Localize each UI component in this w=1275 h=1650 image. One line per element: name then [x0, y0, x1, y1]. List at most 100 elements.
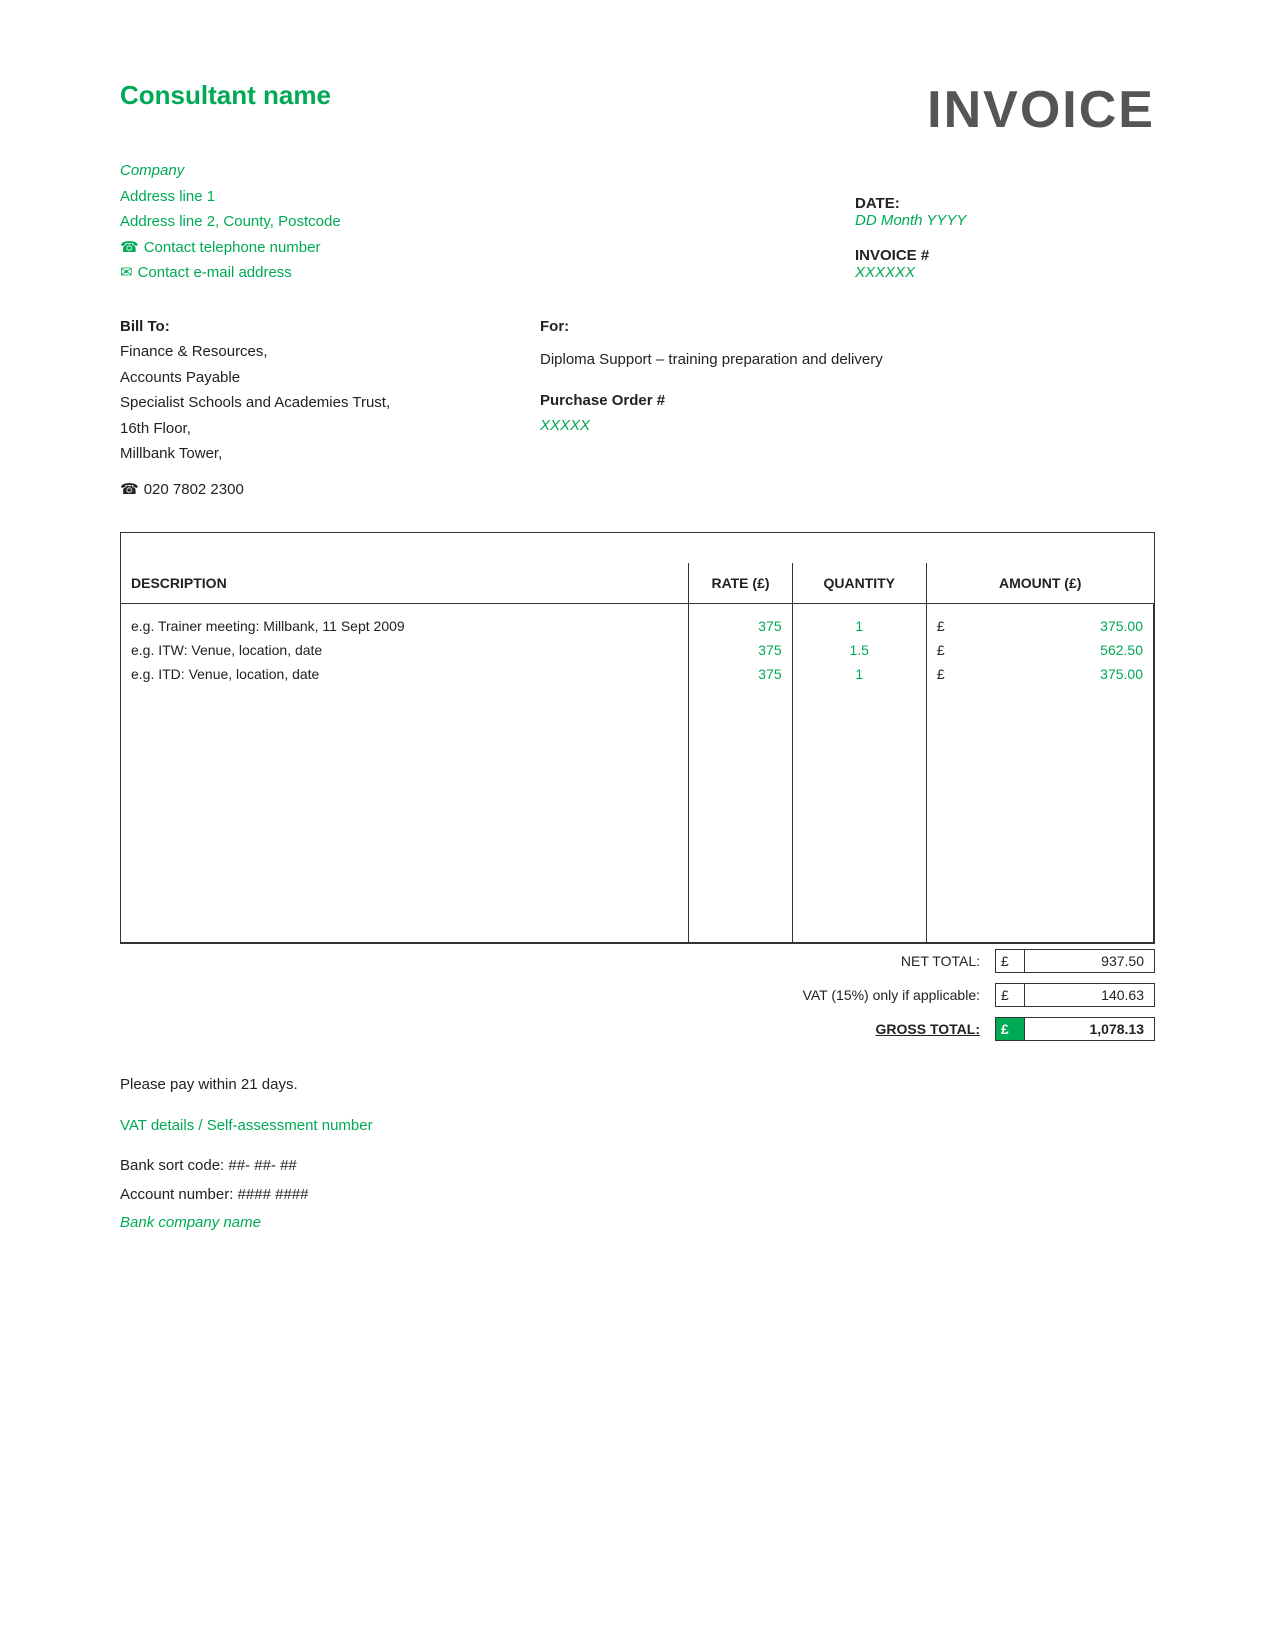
row-description: e.g. Trainer meeting: Millbank, 11 Sept …	[121, 604, 689, 639]
empty-rate	[689, 686, 792, 718]
empty-amount	[926, 878, 1153, 910]
empty-desc	[121, 782, 689, 814]
empty-desc	[121, 910, 689, 943]
bill-line2: Accounts Payable	[120, 365, 500, 391]
empty-qty	[792, 750, 926, 782]
invoice-title: INVOICE	[927, 80, 1155, 140]
bill-to-label: Bill To:	[120, 314, 500, 340]
vat-val: 140.63	[1025, 983, 1155, 1007]
row-amount: £ 562.50	[926, 638, 1153, 662]
gross-sym: £	[995, 1017, 1025, 1041]
bill-phone-number: 020 7802 2300	[144, 477, 244, 503]
table-row: e.g. Trainer meeting: Millbank, 11 Sept …	[121, 604, 1154, 639]
address-line-2: Address line 2, County, Postcode	[120, 209, 855, 235]
empty-amount	[926, 782, 1153, 814]
empty-desc	[121, 878, 689, 910]
empty-desc	[121, 686, 689, 718]
row-description: e.g. ITD: Venue, location, date	[121, 662, 689, 686]
col-header-quantity: QUANTITY	[792, 563, 926, 604]
col-header-rate: RATE (£)	[689, 563, 792, 604]
invoice-num-value: XXXXXX	[855, 264, 1155, 281]
empty-amount	[926, 686, 1153, 718]
empty-rate	[689, 878, 792, 910]
bill-for-section: Bill To: Finance & Resources, Accounts P…	[120, 314, 1155, 503]
company-name: Company	[120, 158, 855, 184]
empty-row	[121, 686, 1154, 718]
sender-address: Company Address line 1 Address line 2, C…	[120, 150, 855, 286]
date-section: DATE: DD Month YYYY INVOICE # XXXXXX	[855, 150, 1155, 286]
account-number: Account number: #### ####	[120, 1181, 1155, 1210]
empty-qty	[792, 878, 926, 910]
net-total-val: 937.50	[1025, 949, 1155, 973]
email-address: Contact e-mail address	[138, 260, 292, 286]
empty-amount	[926, 910, 1153, 943]
empty-row	[121, 782, 1154, 814]
empty-desc	[121, 814, 689, 846]
bill-line5: Millbank Tower,	[120, 441, 500, 467]
row-rate: 375	[689, 604, 792, 639]
payment-info: Please pay within 21 days. VAT details /…	[120, 1071, 1155, 1238]
phone-line: ☎ Contact telephone number	[120, 235, 855, 261]
empty-amount	[926, 718, 1153, 750]
empty-qty	[792, 686, 926, 718]
date-label: DATE:	[855, 195, 1155, 212]
purchase-order-label: Purchase Order #	[540, 388, 1155, 414]
bill-phone-icon: ☎	[120, 477, 139, 503]
table-row: e.g. ITD: Venue, location, date 375 1 £ …	[121, 662, 1154, 686]
bill-line3: Specialist Schools and Academies Trust,	[120, 390, 500, 416]
invoice-table: DESCRIPTION RATE (£) QUANTITY AMOUNT (£)…	[121, 563, 1154, 943]
empty-amount	[926, 750, 1153, 782]
page-header: Consultant name INVOICE	[120, 80, 1155, 140]
empty-qty	[792, 846, 926, 878]
empty-desc	[121, 750, 689, 782]
empty-rate	[689, 910, 792, 943]
for-description: Diploma Support – training preparation a…	[540, 347, 1155, 373]
gross-label: GROSS TOTAL:	[795, 1021, 995, 1037]
empty-qty	[792, 782, 926, 814]
bill-to-block: Bill To: Finance & Resources, Accounts P…	[120, 314, 500, 503]
vat-label: VAT (15%) only if applicable:	[795, 987, 995, 1003]
table-row: e.g. ITW: Venue, location, date 375 1.5 …	[121, 638, 1154, 662]
bill-line1: Finance & Resources,	[120, 339, 500, 365]
bank-sort: Bank sort code: ##- ##- ##	[120, 1152, 1155, 1181]
row-quantity: 1	[792, 662, 926, 686]
invoice-num-label: INVOICE #	[855, 247, 1155, 264]
row-quantity: 1	[792, 604, 926, 639]
empty-row	[121, 910, 1154, 943]
empty-row	[121, 878, 1154, 910]
row-rate: 375	[689, 662, 792, 686]
pay-within: Please pay within 21 days.	[120, 1071, 1155, 1100]
address-line-1: Address line 1	[120, 184, 855, 210]
row-quantity: 1.5	[792, 638, 926, 662]
empty-qty	[792, 718, 926, 750]
empty-qty	[792, 814, 926, 846]
empty-amount	[926, 814, 1153, 846]
email-line: ✉ Contact e-mail address	[120, 260, 855, 286]
phone-number: Contact telephone number	[144, 235, 321, 261]
gross-val: 1,078.13	[1025, 1017, 1155, 1041]
vat-row: VAT (15%) only if applicable: £ 140.63	[795, 978, 1155, 1012]
net-total-label: NET TOTAL:	[795, 953, 995, 969]
empty-rate	[689, 782, 792, 814]
empty-row	[121, 750, 1154, 782]
consultant-name: Consultant name	[120, 80, 331, 111]
email-icon: ✉	[120, 260, 133, 286]
for-label: For:	[540, 314, 1155, 340]
net-total-row: NET TOTAL: £ 937.50	[795, 944, 1155, 978]
empty-qty	[792, 910, 926, 943]
empty-rate	[689, 814, 792, 846]
row-description: e.g. ITW: Venue, location, date	[121, 638, 689, 662]
row-amount: £ 375.00	[926, 604, 1153, 639]
top-info: Company Address line 1 Address line 2, C…	[120, 150, 1155, 286]
vat-sym: £	[995, 983, 1025, 1007]
for-block: For: Diploma Support – training preparat…	[540, 314, 1155, 503]
purchase-order-value: XXXXX	[540, 413, 1155, 439]
bill-phone: ☎ 020 7802 2300	[120, 477, 500, 503]
row-rate: 375	[689, 638, 792, 662]
invoice-table-wrapper: DESCRIPTION RATE (£) QUANTITY AMOUNT (£)…	[120, 532, 1155, 944]
empty-desc	[121, 718, 689, 750]
empty-rate	[689, 846, 792, 878]
empty-row	[121, 814, 1154, 846]
totals-section: NET TOTAL: £ 937.50 VAT (15%) only if ap…	[120, 944, 1155, 1046]
phone-icon: ☎	[120, 235, 139, 261]
